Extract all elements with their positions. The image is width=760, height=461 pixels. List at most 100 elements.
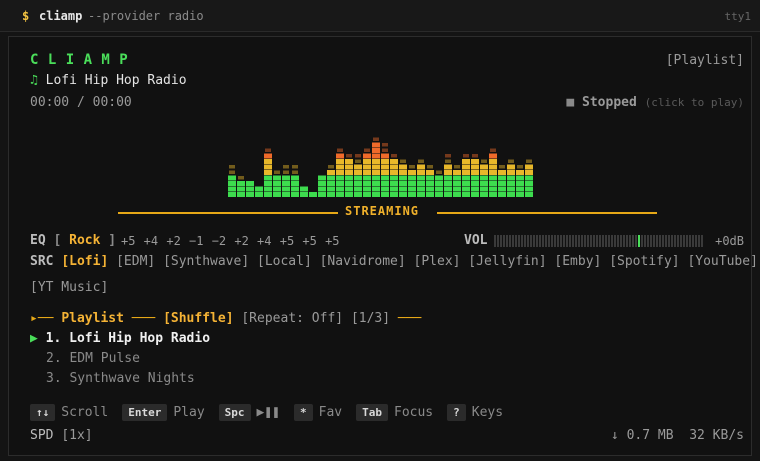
volume-tick: [530, 235, 532, 247]
volume-tick: [611, 235, 613, 247]
volume-tick: [650, 235, 652, 247]
spectrum-bar-cell: [399, 164, 407, 170]
spectrum-bar-cell: [399, 175, 407, 181]
volume-tick: [605, 235, 607, 247]
volume-tick: [590, 235, 592, 247]
spectrum-peak-cell: [499, 165, 505, 169]
eq-control[interactable]: EQ [ Rock ]: [30, 233, 116, 248]
spectrum-peak-cell: [427, 165, 433, 169]
spectrum-bar-cell: [264, 170, 272, 175]
spectrum-bar-cell: [318, 181, 326, 186]
spectrum-bar-cell: [444, 186, 452, 192]
spectrum-bar-cell: [480, 170, 488, 175]
spectrum-bar-cell: [444, 181, 452, 186]
playlist-item[interactable]: ▶ 1. Lofi Hip Hop Radio: [30, 331, 210, 346]
spectrum-bar-cell: [525, 192, 533, 197]
spectrum-bar-cell: [273, 186, 281, 192]
spectrum-bar-cell: [390, 170, 398, 175]
spectrum-bar-cell: [372, 153, 380, 159]
spectrum-bar-cell: [363, 164, 371, 170]
spectrum-bar-cell: [336, 170, 344, 175]
spectrum-bar-cell: [390, 181, 398, 186]
spectrum-bar-cell: [291, 192, 299, 197]
spectrum-peak-cell: [364, 148, 370, 152]
volume-tick: [551, 235, 553, 247]
streaming-divider-left: [118, 212, 338, 214]
spectrum-bar-cell: [462, 170, 470, 175]
spectrum-bar-cell: [255, 192, 263, 197]
spectrum-bar-cell: [435, 175, 443, 181]
spectrum-bar-cell: [498, 192, 506, 197]
speed-control[interactable]: SPD [1x]: [30, 428, 93, 443]
spectrum-bar-cell: [426, 170, 434, 175]
volume-tick: [560, 235, 562, 247]
spectrum-bar-cell: [471, 181, 479, 186]
spectrum-bar-cell: [417, 181, 425, 186]
key-hints: ↑↓ Scroll Enter Play Spc ▶❚❚ * Fav Tab Focus …: [30, 404, 517, 421]
shuffle-toggle[interactable]: [Shuffle]: [163, 311, 233, 326]
eq-band-values[interactable]: +5 +4 +2 −1 −2 +2 +4 +5 +5 +5: [121, 234, 340, 248]
spectrum-bar-cell: [354, 175, 362, 181]
volume-tick: [701, 235, 703, 247]
volume-tick: [554, 235, 556, 247]
spectrum-bar-cell: [354, 186, 362, 192]
source-options[interactable]: [EDM] [Synthwave] [Local] [Navidrome] [P…: [116, 254, 758, 269]
spectrum-bar-cell: [498, 175, 506, 181]
volume-tick: [677, 235, 679, 247]
spectrum-bar-cell: [345, 159, 353, 164]
spectrum-bar-cell: [336, 192, 344, 197]
spectrum-bar-cell: [264, 186, 272, 192]
source-option-ytmusic[interactable]: [YT Music]: [30, 280, 108, 295]
spectrum-peak-cell: [517, 165, 523, 169]
key-tab: Tab: [356, 404, 388, 421]
spectrum-peak-cell: [481, 159, 487, 163]
spectrum-bar-cell: [426, 175, 434, 181]
volume-tick: [548, 235, 550, 247]
spectrum-bar-cell: [345, 192, 353, 197]
key-scroll-label: Scroll: [61, 405, 109, 420]
spectrum-bar-cell: [516, 186, 524, 192]
spectrum-bar-cell: [408, 192, 416, 197]
spectrum-bar-cell: [480, 181, 488, 186]
spectrum-peak-cell: [472, 154, 478, 158]
volume-slider[interactable]: [494, 235, 706, 248]
spectrum-bar-cell: [417, 186, 425, 192]
spectrum-bar-cell: [318, 186, 326, 192]
volume-tick: [566, 235, 568, 247]
playlist-dash: ───: [131, 311, 156, 326]
volume-tick: [503, 235, 505, 247]
spectrum-bar-cell: [372, 148, 380, 153]
repeat-toggle[interactable]: [Repeat: Off]: [241, 311, 343, 326]
spectrum-bar-cell: [462, 186, 470, 192]
spectrum-bar-cell: [354, 181, 362, 186]
spectrum-bar-cell: [516, 181, 524, 186]
download-stats: ↓ 0.7 MB 32 KB/s: [611, 428, 744, 443]
spectrum-bar-cell: [363, 186, 371, 192]
source-active[interactable]: [Lofi]: [61, 254, 108, 269]
spectrum-bar-cell: [399, 170, 407, 175]
volume-tick: [620, 235, 622, 247]
spectrum-bar-cell: [300, 186, 308, 192]
volume-tick: [692, 235, 694, 247]
spectrum-bar-cell: [318, 192, 326, 197]
playlist-item[interactable]: 3. Synthwave Nights: [30, 371, 195, 386]
spectrum-peak-cell: [238, 176, 244, 180]
spectrum-bar-cell: [507, 175, 515, 181]
spectrum-bar-cell: [444, 192, 452, 197]
spectrum-bar-cell: [246, 186, 254, 192]
spectrum-bar-cell: [417, 192, 425, 197]
playlist-item[interactable]: 2. EDM Pulse: [30, 351, 140, 366]
spectrum-bar-cell: [408, 181, 416, 186]
eq-preset[interactable]: Rock: [69, 233, 100, 248]
volume-tick: [596, 235, 598, 247]
spectrum-bar-cell: [336, 175, 344, 181]
spectrum-bar-cell: [345, 170, 353, 175]
volume-tick: [680, 235, 682, 247]
spectrum-bar-cell: [444, 170, 452, 175]
volume-tick: [695, 235, 697, 247]
spectrum-bar-cell: [507, 181, 515, 186]
spectrum-bar-cell: [363, 175, 371, 181]
spectrum-bar-cell: [345, 164, 353, 170]
volume-tick: [629, 235, 631, 247]
spectrum-bar-cell: [327, 192, 335, 197]
